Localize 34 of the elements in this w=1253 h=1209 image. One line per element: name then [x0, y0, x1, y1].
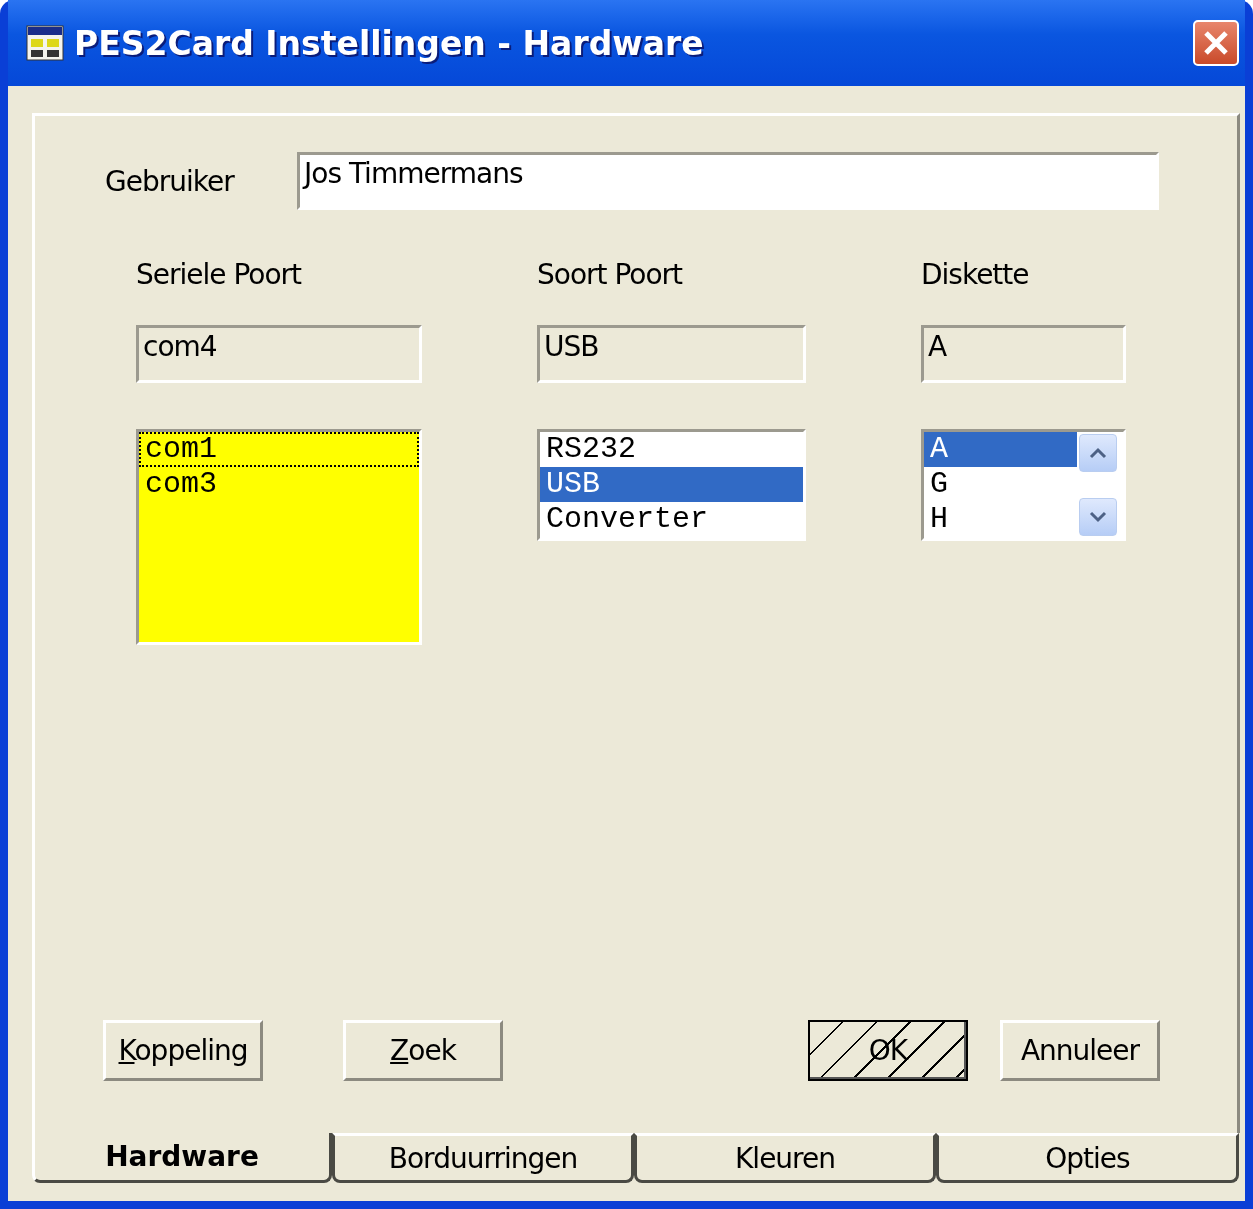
- close-button[interactable]: [1193, 20, 1239, 66]
- list-box[interactable]: RS232 USB Converter: [537, 429, 806, 541]
- app-icon: [26, 25, 64, 61]
- chevron-up-icon: [1089, 447, 1107, 459]
- button[interactable]: Koppeling: [103, 1020, 263, 1081]
- list-item[interactable]: RS232: [540, 432, 803, 467]
- input-field[interactable]: Jos Timmermans: [297, 152, 1159, 210]
- readonly-field: com4: [136, 325, 422, 383]
- list-item[interactable]: USB: [540, 467, 803, 502]
- chevron-down-icon: [1089, 511, 1107, 523]
- tab[interactable]: Kleuren: [634, 1133, 936, 1183]
- scroll-down-button[interactable]: [1079, 498, 1117, 536]
- button[interactable]: Zoek: [343, 1020, 503, 1081]
- window-title: PES2Card Instellingen - Hardware: [74, 23, 705, 63]
- list-item[interactable]: A: [924, 432, 1077, 467]
- list-item[interactable]: com3: [139, 467, 419, 502]
- readonly-field: A: [921, 325, 1126, 383]
- tab[interactable]: Borduurringen: [332, 1133, 634, 1183]
- close-icon: [1202, 29, 1230, 57]
- field-label: Gebruiker: [105, 164, 236, 198]
- column-label: Soort Poort: [537, 258, 684, 291]
- tab[interactable]: Hardware: [32, 1133, 332, 1183]
- button[interactable]: Annuleer: [1000, 1020, 1160, 1081]
- column-label: Diskette: [921, 258, 1030, 291]
- list-item[interactable]: G: [924, 467, 1077, 502]
- list-item[interactable]: Converter: [540, 502, 803, 537]
- list-box[interactable]: com1 com3: [136, 429, 422, 645]
- column-label: Seriele Poort: [136, 258, 303, 291]
- list-box[interactable]: A G H: [921, 429, 1126, 541]
- scroll-up-button[interactable]: [1079, 434, 1117, 472]
- list-item[interactable]: com1: [139, 432, 419, 467]
- list-item[interactable]: H: [924, 502, 1077, 537]
- tab[interactable]: Opties: [936, 1133, 1239, 1183]
- readonly-field: USB: [537, 325, 806, 383]
